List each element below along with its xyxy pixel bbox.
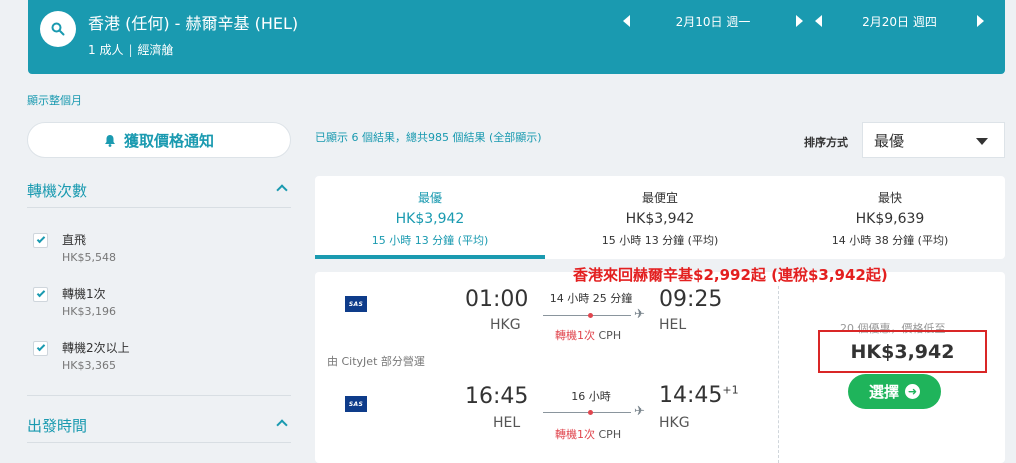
stops-collapse-chevron-up-icon[interactable] (276, 184, 288, 196)
filter-option-price: HK$3,365 (62, 359, 116, 372)
return-date-nav: 2月20日 週四 (815, 10, 984, 32)
outbound-arrive-airport: HEL (659, 317, 687, 333)
outbound-duration: 14 小時 25 分鐘 (549, 292, 633, 305)
sort-label: 排序方式 (804, 136, 848, 149)
day-offset: +1 (722, 383, 739, 397)
tab-name: 最優 (417, 191, 442, 205)
stop-count: 轉機1次 (555, 329, 595, 342)
tab-price: HK$9,639 (855, 211, 925, 227)
select-flight-button[interactable]: 選擇 ➜ (848, 374, 941, 409)
route-line (543, 315, 631, 316)
caret-down-icon (976, 138, 988, 145)
filter-option-label: 轉機2次以上 (62, 341, 130, 355)
arrive-time-value: 09:25 (659, 287, 723, 312)
stops-filter-title[interactable]: 轉機次數 (27, 180, 87, 201)
airline-logo-icon: SAS (345, 396, 367, 412)
select-button-label: 選擇 (868, 383, 899, 401)
tab-duration: 14 小時 38 分鐘 (平均) (831, 234, 949, 247)
divider (27, 207, 291, 208)
arrow-right-icon: ➜ (905, 384, 920, 399)
depart-date-prev-icon[interactable] (623, 15, 630, 27)
filter-option-price: HK$3,196 (62, 305, 116, 318)
price-alert-button[interactable]: 獲取價格通知 (27, 122, 291, 158)
nonstop-checkbox[interactable] (33, 233, 48, 248)
tab-duration: 15 小時 13 分鐘 (平均) (371, 234, 489, 247)
inbound-arrive-airport: HKG (659, 415, 690, 431)
depart-date[interactable]: 2月10日 週一 (630, 13, 796, 30)
tab-name: 最快 (877, 191, 902, 205)
return-date-next-icon[interactable] (977, 15, 984, 27)
tab-duration: 15 小時 13 分鐘 (平均) (601, 234, 719, 247)
bell-icon (104, 134, 115, 147)
outbound-depart-time: 01:00 (465, 287, 529, 312)
search-header: 香港 (任何) - 赫爾辛基 (HEL) 1 成人 | 經濟艙 2月10日 週一 2… (28, 0, 1005, 74)
stop-airport: CPH (598, 428, 622, 441)
divider (27, 442, 291, 443)
cabin-class: 經濟艙 (137, 43, 174, 57)
route-line (543, 412, 631, 413)
filter-option-price: HK$5,548 (62, 251, 116, 264)
stop-count: 轉機1次 (555, 428, 595, 441)
depart-date-nav: 2月10日 週一 (623, 10, 803, 32)
inbound-arrive-time: 14:45+1 (659, 383, 739, 408)
promo-annotation: 香港來回赫爾辛基$2,992起 (連稅$3,942起) (573, 266, 888, 284)
card-divider (778, 286, 779, 463)
search-icon (51, 22, 65, 36)
filter-option-label: 轉機1次 (62, 287, 106, 301)
return-date-prev-icon[interactable] (815, 15, 822, 27)
tab-best[interactable]: 最優 HK$3,942 15 小時 13 分鐘 (平均) (315, 176, 545, 259)
checkmark-icon (36, 288, 45, 298)
outbound-arrive-time: 09:25 (659, 287, 722, 312)
depart-date-next-icon[interactable] (796, 15, 803, 27)
tab-price: HK$3,942 (395, 211, 465, 227)
inbound-duration: 16 小時 (571, 390, 611, 403)
departure-time-collapse-chevron-up-icon[interactable] (276, 419, 288, 431)
airplane-icon: ✈ (634, 307, 645, 322)
price-alert-label: 獲取價格通知 (123, 131, 214, 150)
checkmark-icon (36, 342, 45, 352)
two-plus-stops-checkbox[interactable] (33, 341, 48, 356)
inbound-depart-time: 16:45 (465, 384, 529, 409)
passenger-count: 1 成人 (88, 43, 124, 57)
tab-name: 最便宜 (641, 191, 678, 205)
departure-time-filter-title[interactable]: 出發時間 (27, 415, 87, 436)
sort-tabs: 最優 HK$3,942 15 小時 13 分鐘 (平均) 最便宜 HK$3,94… (315, 176, 1005, 259)
route-title[interactable]: 香港 (任何) - 赫爾辛基 (HEL) (88, 10, 298, 34)
inbound-stops: 轉機1次 CPH (555, 426, 621, 442)
outbound-stops: 轉機1次 CPH (555, 327, 621, 343)
inbound-depart-airport: HEL (493, 415, 521, 431)
operated-by-note: 由 CityJet 部分營運 (327, 355, 425, 368)
return-date[interactable]: 2月20日 週四 (822, 13, 977, 30)
stop-airport: CPH (598, 329, 622, 342)
stop-dot (588, 410, 593, 415)
sort-selected-value: 最優 (874, 131, 905, 150)
tab-price: HK$3,942 (625, 211, 695, 227)
one-stop-checkbox[interactable] (33, 287, 48, 302)
sort-select[interactable]: 最優 (862, 122, 1005, 158)
filter-option-label: 直飛 (62, 233, 87, 247)
result-count-text[interactable]: 已顯示 6 個結果，總共985 個結果 (全部顯示) (315, 129, 542, 145)
tab-cheapest[interactable]: 最便宜 HK$3,942 15 小時 13 分鐘 (平均) (545, 176, 775, 259)
passenger-cabin-summary[interactable]: 1 成人 | 經濟艙 (88, 41, 174, 58)
outbound-depart-airport: HKG (490, 317, 521, 333)
airplane-icon: ✈ (634, 404, 645, 419)
tab-fastest[interactable]: 最快 HK$9,639 14 小時 38 分鐘 (平均) (775, 176, 1005, 259)
search-button[interactable] (40, 11, 76, 47)
airline-logo-icon: SAS (345, 296, 367, 312)
show-whole-month-link[interactable]: 顯示整個月 (27, 92, 82, 108)
result-price: HK$3,942 (818, 330, 987, 373)
stop-dot (588, 313, 593, 318)
divider (27, 395, 291, 396)
arrive-time-value: 14:45 (659, 383, 723, 408)
checkmark-icon (36, 234, 45, 244)
